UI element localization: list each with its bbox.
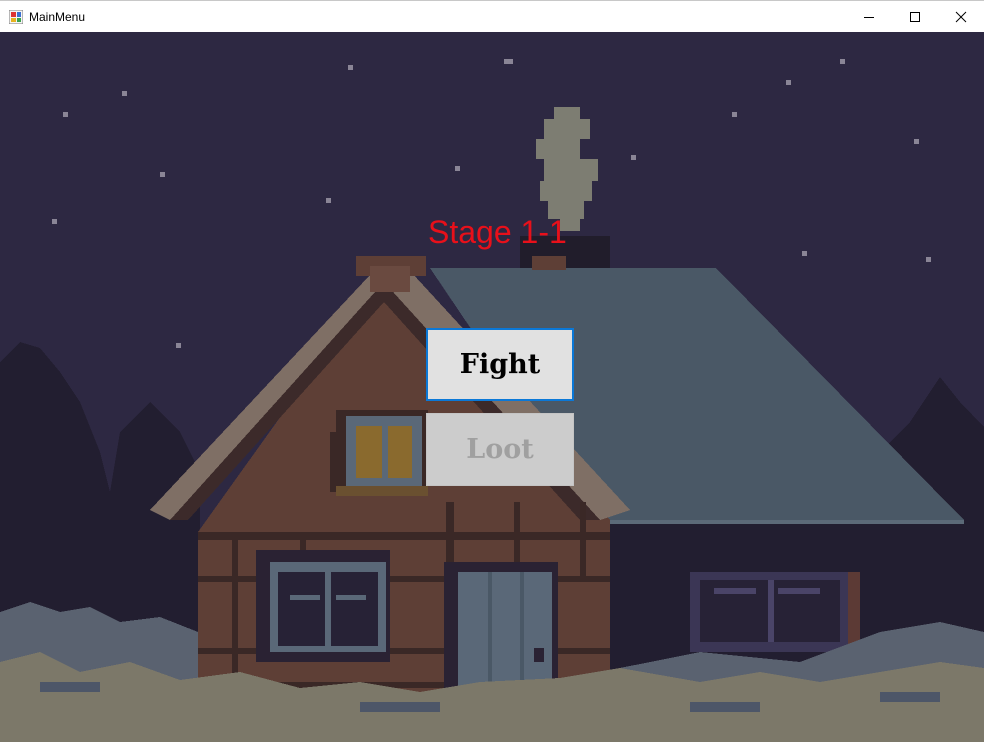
window-titlebar[interactable]: MainMenu [0, 0, 984, 32]
maximize-button[interactable] [892, 1, 938, 33]
window-title: MainMenu [29, 10, 86, 24]
loot-button[interactable]: Loot [426, 413, 574, 486]
fight-button-label: Fight [459, 349, 541, 380]
app-icon [9, 10, 23, 24]
minimize-icon [864, 17, 874, 18]
loot-button-label: Loot [466, 434, 534, 465]
fight-button[interactable]: Fight [426, 328, 574, 401]
close-button[interactable] [938, 1, 984, 33]
maximize-icon [910, 12, 920, 22]
stage-label: Stage 1-1 [428, 214, 567, 250]
minimize-button[interactable] [846, 1, 892, 33]
close-icon [955, 11, 967, 23]
